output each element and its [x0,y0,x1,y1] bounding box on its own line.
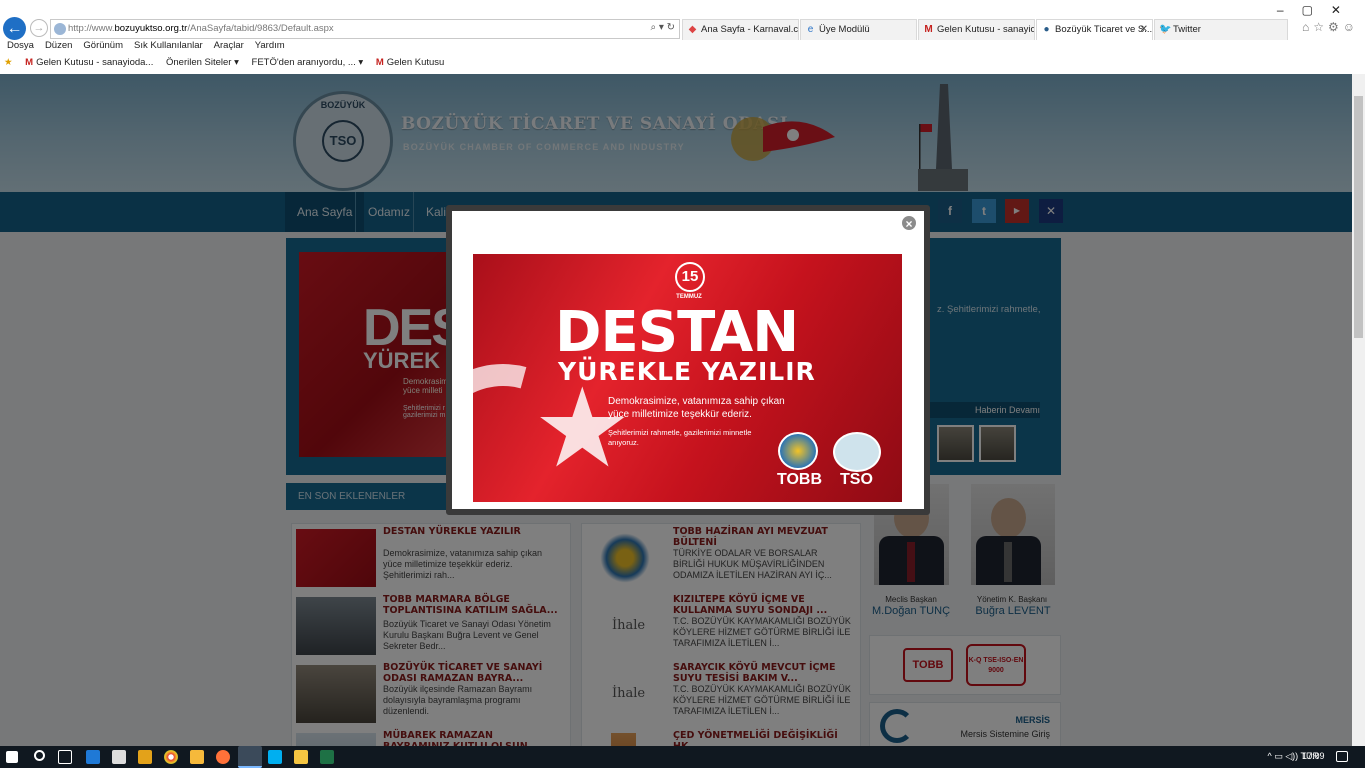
chrome-icon[interactable] [164,750,178,764]
edge-icon[interactable] [86,750,100,764]
gmail-icon: M [375,57,384,68]
web-page: BOZÜYÜK TSO BOZÜYÜK TİCARET VE SANAYİ OD… [0,74,1352,746]
clock[interactable]: 17:09 [1302,751,1325,761]
menu-tools[interactable]: Araçlar [214,40,244,51]
menu-help[interactable]: Yardım [255,40,285,51]
tab-twitter[interactable]: 🐦 Twitter [1154,19,1288,40]
menu-favorites[interactable]: Sık Kullanılanlar [134,40,203,51]
scrollbar[interactable] [1352,74,1365,746]
favorites-bar: ★ M Gelen Kutusu - sanayioda... Önerilen … [0,57,700,71]
notifications-icon[interactable] [1336,751,1348,762]
fav-suggested[interactable]: Önerilen Siteler ▾ [166,57,239,68]
popup-message-2: Şehitlerimizi rahmetle, gazilerimizi min… [608,428,752,447]
explorer-icon[interactable] [190,750,204,764]
tab-bozuyuk[interactable]: ● Bozüyük Ticaret ve S... ✕ [1036,19,1153,40]
folder-icon[interactable] [294,750,308,764]
skype-icon[interactable] [268,750,282,764]
gmail-icon: M [924,24,933,35]
task-view-icon[interactable] [58,750,72,764]
menu-view[interactable]: Görünüm [83,40,123,51]
menu-file[interactable]: Dosya [7,40,34,51]
tab-gmail[interactable]: MGelen Kutusu - sanayiod... [918,19,1035,40]
search-icon[interactable] [34,750,45,761]
store-icon[interactable] [112,750,126,764]
tso-logo-icon [833,432,881,472]
close-icon[interactable]: × [900,214,918,232]
forward-button[interactable]: → [30,19,48,37]
windows-start-icon[interactable] [6,751,18,763]
excel-icon[interactable] [320,750,334,764]
popup-image[interactable]: ★ 15 TEMMUZ DESTAN YÜREKLE YAZILIR Demok… [473,254,902,502]
gmail-icon: M [25,57,34,68]
address-bar[interactable]: http://www.bozuyuktso.org.tr/AnaSayfa/ta… [50,19,680,39]
favorites-star-icon[interactable]: ★ [4,57,13,68]
window-controls[interactable]: –▢✕ [1277,3,1359,17]
tobb-label: TOBB [777,471,823,488]
karnaval-icon: ◆ [688,24,697,35]
menu-edit[interactable]: Düzen [45,40,72,51]
toolbar-icons[interactable]: ⌂☆⚙☺ [1302,20,1359,34]
url-text: http://www.bozuyuktso.org.tr/AnaSayfa/ta… [68,23,334,34]
back-button[interactable]: ← [3,17,26,40]
scrollbar-thumb[interactable] [1354,96,1363,338]
fav-gmail-1[interactable]: M Gelen Kutusu - sanayioda... [25,57,153,68]
popup-message: Demokrasimize, vatanımıza sahip çıkan yü… [608,396,785,420]
popup-headline: DESTAN [555,300,799,365]
tso-label: TSO [840,471,873,488]
tso-icon: ● [1043,24,1050,35]
ie-taskbar-icon[interactable] [238,746,262,768]
browser-chrome: ← → http://www.bozuyuktso.org.tr/AnaSayf… [0,0,1365,74]
search-refresh-icon[interactable]: ⌕ ▾ ↻ [650,22,675,33]
fav-feto[interactable]: FETÖ'den aranıyordu, ... ▾ [252,57,364,68]
media-icon[interactable] [138,750,152,764]
taskbar: ^ ▭ ◁)) TUR 17:09 [0,746,1365,768]
popup-subheadline: YÜREKLE YAZILIR [558,357,816,386]
site-icon [54,23,66,35]
menu-bar: Dosya Düzen Görünüm Sık Kullanılanlar Araçla… [0,40,400,54]
tab-karnaval[interactable]: ◆Ana Sayfa - Karnaval.com [682,19,799,40]
twitter-icon: 🐦 [1159,24,1172,35]
15-temmuz-logo: 15 [675,262,705,292]
tobb-logo-icon [778,432,818,470]
close-tab-icon[interactable]: ✕ [1140,20,1148,40]
ie-icon: e [807,24,814,35]
tab-uye[interactable]: e Üye Modülü [800,19,917,40]
firefox-icon[interactable] [216,750,230,764]
fav-gmail-2[interactable]: M Gelen Kutusu [376,57,445,68]
